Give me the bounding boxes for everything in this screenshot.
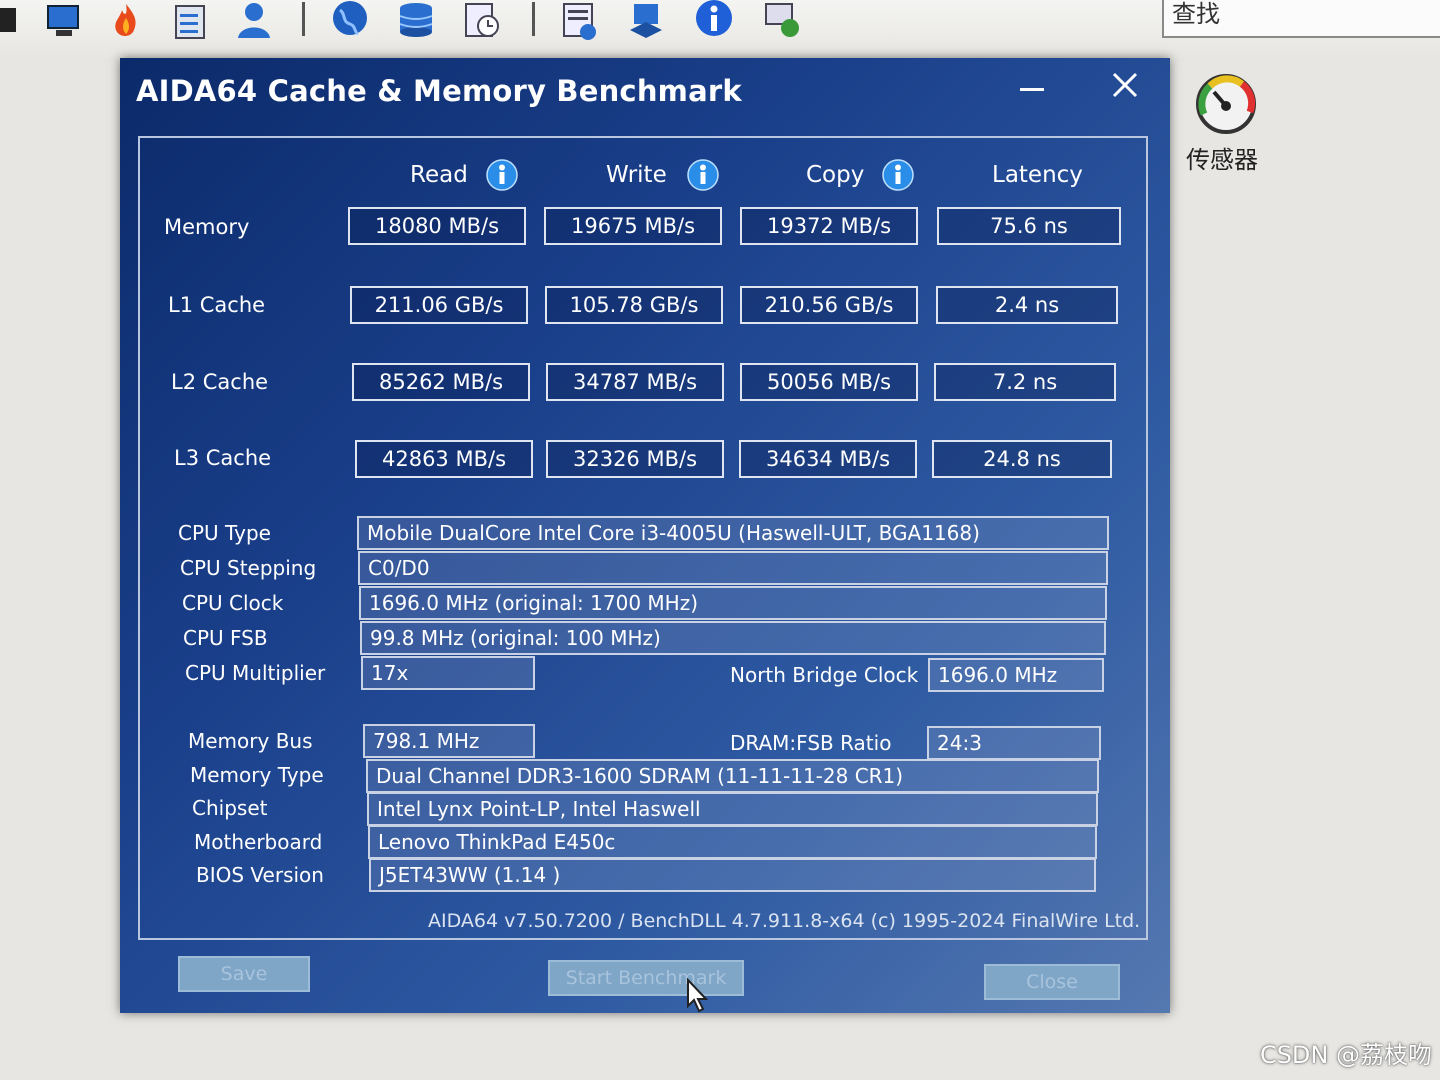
copy-info-icon[interactable]	[882, 159, 914, 191]
cpu-fsb-field: 99.8 MHz (original: 100 MHz)	[360, 621, 1106, 655]
memory-latency-value: 75.6 ns	[937, 207, 1121, 245]
toolbar-separator	[302, 2, 305, 36]
l3-latency-value: 24.8 ns	[932, 440, 1112, 478]
network-icon[interactable]	[624, 0, 668, 42]
column-header-copy: Copy	[806, 162, 865, 188]
l2-write-value: 34787 MB/s	[546, 363, 724, 401]
column-header-read: Read	[410, 162, 468, 188]
cpu-stepping-field: C0/D0	[358, 551, 1108, 585]
row-label-l3-cache: L3 Cache	[174, 446, 272, 470]
l1-write-value: 105.78 GB/s	[545, 286, 723, 324]
memory-copy-value: 19372 MB/s	[740, 207, 918, 245]
minimize-button[interactable]	[1020, 76, 1044, 100]
user-icon[interactable]	[232, 0, 276, 42]
l2-latency-value: 7.2 ns	[934, 363, 1116, 401]
row-label-l1-cache: L1 Cache	[168, 293, 266, 317]
l3-copy-value: 34634 MB/s	[739, 440, 917, 478]
cpu-multiplier-field: 17x	[361, 656, 535, 690]
read-info-icon[interactable]	[486, 159, 518, 191]
dram-fsb-ratio-field: 24:3	[927, 726, 1101, 760]
cpu-type-field: Mobile DualCore Intel Core i3-4005U (Has…	[357, 516, 1109, 550]
l1-copy-value: 210.56 GB/s	[740, 286, 918, 324]
chipset-field: Intel Lynx Point-LP, Intel Haswell	[367, 792, 1098, 826]
report-icon[interactable]	[558, 0, 602, 42]
l1-latency-value: 2.4 ns	[936, 286, 1118, 324]
close-icon[interactable]	[1110, 70, 1140, 100]
motherboard-label: Motherboard	[194, 830, 323, 854]
l2-read-value: 85262 MB/s	[352, 363, 530, 401]
toolbar-separator	[532, 2, 535, 36]
l3-write-value: 32326 MB/s	[546, 440, 724, 478]
save-button[interactable]: Save	[178, 956, 310, 992]
memory-read-value: 18080 MB/s	[348, 207, 526, 245]
benchmark-dialog: AIDA64 Cache & Memory Benchmark Read Wri…	[120, 58, 1170, 1013]
cpu-clock-field: 1696.0 MHz (original: 1700 MHz)	[359, 586, 1107, 620]
monitor-sync-icon[interactable]	[760, 0, 804, 42]
memory-write-value: 19675 MB/s	[544, 207, 722, 245]
close-button[interactable]: Close	[984, 964, 1120, 1000]
bios-version-field: J5ET43WW (1.14 )	[369, 858, 1096, 892]
about-info-icon[interactable]	[692, 0, 736, 42]
mouse-cursor-icon	[687, 978, 708, 1013]
row-label-memory: Memory	[164, 215, 250, 239]
start-benchmark-button[interactable]: Start Benchmark	[548, 960, 744, 996]
version-footer: AIDA64 v7.50.7200 / BenchDLL 4.7.911.8-x…	[428, 910, 1141, 932]
north-bridge-clock-field: 1696.0 MHz	[928, 658, 1104, 692]
database-icon[interactable]	[394, 0, 438, 42]
memory-bus-label: Memory Bus	[188, 729, 313, 753]
schedule-icon[interactable]	[460, 0, 504, 42]
cpu-clock-label: CPU Clock	[182, 591, 284, 615]
column-header-latency: Latency	[992, 162, 1083, 188]
write-info-icon[interactable]	[687, 159, 719, 191]
row-label-l2-cache: L2 Cache	[171, 370, 269, 394]
memory-type-field: Dual Channel DDR3-1600 SDRAM (11-11-11-2…	[366, 759, 1099, 793]
cpu-stepping-label: CPU Stepping	[180, 556, 317, 580]
motherboard-field: Lenovo ThinkPad E450c	[368, 825, 1097, 859]
toolbar-icon-partial[interactable]	[0, 0, 20, 42]
memory-bus-field: 798.1 MHz	[363, 724, 535, 758]
l3-read-value: 42863 MB/s	[355, 440, 533, 478]
flame-icon[interactable]	[104, 0, 148, 42]
l1-read-value: 211.06 GB/s	[350, 286, 528, 324]
cpu-multiplier-label: CPU Multiplier	[185, 661, 326, 685]
dialog-title: AIDA64 Cache & Memory Benchmark	[136, 74, 742, 108]
watermark: CSDN @荔枝吻	[1259, 1041, 1432, 1069]
sensor-label[interactable]: 传感器	[1186, 140, 1258, 175]
cpu-type-label: CPU Type	[178, 521, 271, 545]
memory-type-label: Memory Type	[190, 763, 324, 787]
app-toolbar: 查找	[0, 0, 1440, 62]
search-input[interactable]: 查找	[1162, 0, 1440, 38]
l2-copy-value: 50056 MB/s	[740, 363, 918, 401]
north-bridge-clock-label: North Bridge Clock	[730, 663, 919, 687]
column-header-write: Write	[606, 162, 667, 188]
chipset-label: Chipset	[192, 796, 268, 820]
cpu-fsb-label: CPU FSB	[183, 626, 268, 650]
dram-fsb-ratio-label: DRAM:FSB Ratio	[730, 731, 892, 755]
computer-icon[interactable]	[42, 0, 86, 42]
globe-icon[interactable]	[328, 0, 372, 42]
task-list-icon[interactable]	[168, 0, 212, 42]
bios-version-label: BIOS Version	[196, 863, 324, 887]
